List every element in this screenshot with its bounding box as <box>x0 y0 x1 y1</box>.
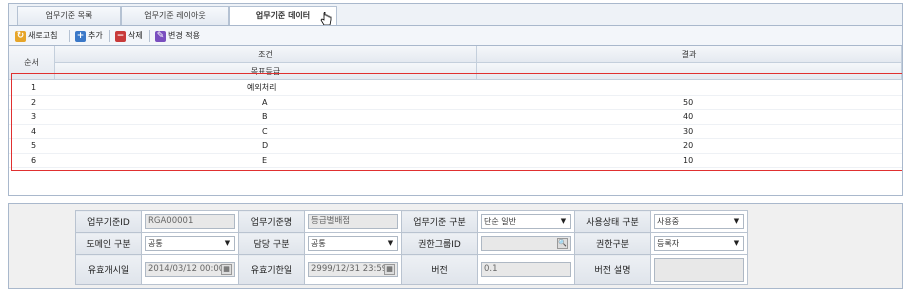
refresh-icon: ↻ <box>15 30 26 42</box>
calendar-icon[interactable]: ▦ <box>221 264 232 275</box>
apply-changes-button[interactable]: ✎ 변경 적용 <box>155 29 200 43</box>
owner-label: 담당 구분 <box>238 232 305 255</box>
end-date-field[interactable]: 2999/12/31 23:59 ▦ <box>308 262 398 277</box>
status-label: 사용상태 구분 <box>574 210 651 233</box>
chevron-down-icon: ▼ <box>733 217 740 225</box>
status-select[interactable]: 사용중 ▼ <box>654 214 744 229</box>
delete-button[interactable]: − 삭제 <box>115 29 143 43</box>
domain-label: 도메인 구분 <box>75 232 142 255</box>
end-date-label: 유효기한일 <box>238 254 305 285</box>
name-label: 업무기준명 <box>238 210 305 233</box>
version-label: 버전 <box>401 254 478 285</box>
refresh-button[interactable]: ↻ 새로고침 <box>15 29 57 43</box>
name-field[interactable]: 등급별배점 <box>308 214 398 229</box>
header-condition[interactable]: 조건 <box>55 46 477 63</box>
domain-select[interactable]: 공통 ▼ <box>145 236 235 251</box>
start-date-field[interactable]: 2014/03/12 00:00 ▦ <box>145 262 235 277</box>
data-grid: 순서 조건 목표등급 결과 1 예외처리 2 A 50 3 B 40 4 C 3… <box>8 45 903 196</box>
auth-select[interactable]: 등록자 ▼ <box>654 236 744 251</box>
version-desc-textarea[interactable] <box>654 257 744 282</box>
chevron-down-icon: ▼ <box>224 239 231 247</box>
detail-form: 업무기준ID RGA00001 업무기준명 등급별배점 업무기준 구분 단순 일… <box>8 203 903 289</box>
version-desc-label: 버전 설명 <box>574 254 651 285</box>
chevron-down-icon: ▼ <box>733 239 740 247</box>
version-field[interactable]: 0.1 <box>481 262 571 277</box>
auth-label: 권한구분 <box>574 232 651 255</box>
apply-icon: ✎ <box>155 30 166 42</box>
group-field[interactable]: 🔍 <box>481 236 571 251</box>
plus-icon: + <box>75 30 86 42</box>
id-label: 업무기준ID <box>75 210 142 233</box>
tab-bar: 업무기준 목록 업무기준 레이아웃 업무기준 데이터 <box>8 3 903 27</box>
chevron-down-icon: ▼ <box>560 217 567 225</box>
selection-highlight <box>11 73 902 171</box>
tab-business-rule-layout[interactable]: 업무기준 레이아웃 <box>121 6 229 26</box>
tab-business-rule-list[interactable]: 업무기준 목록 <box>17 6 121 26</box>
search-icon[interactable]: 🔍 <box>557 238 568 249</box>
chevron-down-icon: ▼ <box>387 239 394 247</box>
grid-toolbar: ↻ 새로고침 + 추가 − 삭제 ✎ 변경 적용 <box>8 25 903 45</box>
group-label: 권한그룹ID <box>401 232 478 255</box>
header-result[interactable]: 결과 <box>477 46 902 63</box>
id-field[interactable]: RGA00001 <box>145 214 235 229</box>
start-date-label: 유효개시일 <box>75 254 142 285</box>
minus-icon: − <box>115 30 126 42</box>
owner-select[interactable]: 공통 ▼ <box>308 236 398 251</box>
calendar-icon[interactable]: ▦ <box>384 264 395 275</box>
type-label: 업무기준 구분 <box>401 210 478 233</box>
add-button[interactable]: + 추가 <box>75 29 103 43</box>
type-select[interactable]: 단순 일반 ▼ <box>481 214 571 229</box>
